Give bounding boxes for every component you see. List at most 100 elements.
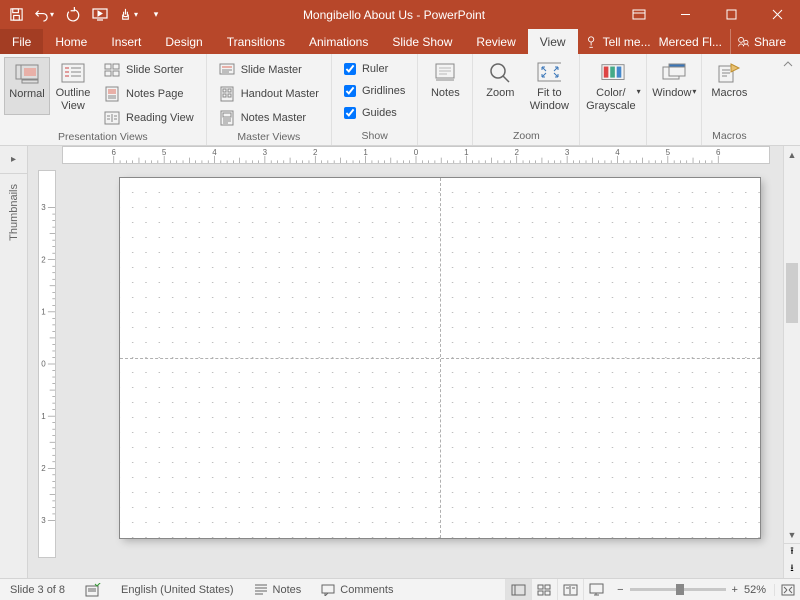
normal-label: Normal xyxy=(9,88,44,114)
color-grayscale-button[interactable]: Color/ Grayscale▾ xyxy=(584,57,642,113)
macros-label: Macros xyxy=(711,87,747,113)
fit-to-window-icon xyxy=(537,61,561,85)
window-button[interactable]: Window▾ xyxy=(651,57,697,113)
show-group-label: Show xyxy=(332,128,417,145)
notes-button[interactable]: Notes xyxy=(422,57,468,113)
reading-view-status-icon[interactable] xyxy=(557,579,583,600)
spell-check-icon[interactable] xyxy=(75,579,111,600)
macros-group-label: Macros xyxy=(702,128,756,145)
tab-review[interactable]: Review xyxy=(464,29,527,54)
share-button[interactable]: Share xyxy=(730,29,792,54)
ruler-checkbox[interactable]: Ruler xyxy=(340,59,409,79)
window-group-label xyxy=(647,128,701,145)
maximize-icon[interactable] xyxy=(708,0,754,29)
macros-button[interactable]: Macros xyxy=(706,57,752,113)
zoom-percent[interactable]: 52% xyxy=(744,584,766,596)
qat-customize-icon[interactable]: ▾ xyxy=(146,5,166,25)
fit-to-window-button[interactable]: Fit to Window xyxy=(523,57,575,113)
zoom-out-icon[interactable]: − xyxy=(617,584,623,596)
slide-sorter-button[interactable]: Slide Sorter xyxy=(100,59,198,81)
thumbnails-expand-icon[interactable]: ▸ xyxy=(0,146,27,174)
scroll-down-icon[interactable]: ▼ xyxy=(784,526,800,543)
comments-toggle-label: Comments xyxy=(340,584,393,596)
scroll-up-icon[interactable]: ▲ xyxy=(784,146,800,163)
reading-view-label: Reading View xyxy=(126,112,194,124)
gridlines-checkbox[interactable]: Gridlines xyxy=(340,81,409,101)
tab-design[interactable]: Design xyxy=(153,29,214,54)
vertical-ruler[interactable]: 3210123 xyxy=(38,170,56,558)
slide-master-button[interactable]: Slide Master xyxy=(215,59,323,81)
minimize-icon[interactable] xyxy=(662,0,708,29)
reading-view-icon xyxy=(104,110,120,126)
normal-view-status-icon[interactable] xyxy=(505,579,531,600)
tab-transitions[interactable]: Transitions xyxy=(215,29,297,54)
language-indicator[interactable]: English (United States) xyxy=(111,579,244,600)
vertical-scrollbar[interactable]: ▲ ▼ ⭱ ⭳ xyxy=(783,146,800,578)
reading-view-button[interactable]: Reading View xyxy=(100,107,198,129)
handout-master-button[interactable]: Handout Master xyxy=(215,83,323,105)
zoom-label: Zoom xyxy=(486,87,514,113)
svg-text:4: 4 xyxy=(212,148,217,157)
status-bar: Slide 3 of 8 English (United States) Not… xyxy=(0,578,800,600)
slide[interactable] xyxy=(120,178,760,538)
tab-animations[interactable]: Animations xyxy=(297,29,380,54)
undo-icon[interactable]: ▾ xyxy=(34,5,54,25)
notes-page-label: Notes Page xyxy=(126,88,183,100)
zoom-button[interactable]: Zoom xyxy=(477,57,523,113)
close-icon[interactable] xyxy=(754,0,800,29)
tab-slide-show[interactable]: Slide Show xyxy=(380,29,464,54)
guides-checkbox[interactable]: Guides xyxy=(340,103,409,123)
user-name[interactable]: Merced Fl... xyxy=(659,35,722,49)
slide-master-icon xyxy=(219,62,235,78)
slide-sorter-status-icon[interactable] xyxy=(531,579,557,600)
svg-text:2: 2 xyxy=(41,464,46,473)
comments-toggle[interactable]: Comments xyxy=(311,579,403,600)
notes-toggle[interactable]: Notes xyxy=(244,579,312,600)
notes-master-label: Notes Master xyxy=(241,112,306,124)
svg-text:6: 6 xyxy=(716,148,721,157)
slide-sorter-label: Slide Sorter xyxy=(126,64,183,76)
svg-text:5: 5 xyxy=(666,148,671,157)
group-window: Window▾ xyxy=(647,54,702,145)
redo-icon[interactable] xyxy=(62,5,82,25)
handout-master-label: Handout Master xyxy=(241,88,319,100)
ribbon: Normal Outline View Slide Sorter Notes P… xyxy=(0,54,800,146)
outline-view-button[interactable]: Outline View xyxy=(50,57,96,113)
group-show: Ruler Gridlines Guides Show xyxy=(332,54,418,145)
tab-file[interactable]: File xyxy=(0,29,43,54)
slideshow-status-icon[interactable] xyxy=(583,579,609,600)
tell-me-label: Tell me... xyxy=(603,35,651,49)
tab-view[interactable]: View xyxy=(528,29,578,54)
ribbon-tabs: File Home Insert Design Transitions Anim… xyxy=(0,29,800,54)
group-notes: Notes xyxy=(418,54,473,145)
normal-view-icon xyxy=(15,62,39,86)
horizontal-guide[interactable] xyxy=(120,358,760,359)
save-icon[interactable] xyxy=(6,5,26,25)
touch-mode-icon[interactable]: ▾ xyxy=(118,5,138,25)
svg-text:5: 5 xyxy=(162,148,167,157)
svg-text:2: 2 xyxy=(41,255,46,264)
slide-counter[interactable]: Slide 3 of 8 xyxy=(0,579,75,600)
zoom-slider[interactable] xyxy=(630,588,726,591)
window-controls xyxy=(616,0,800,29)
window-title: Mongibello About Us - PowerPoint xyxy=(172,8,616,22)
svg-text:1: 1 xyxy=(41,308,46,317)
collapse-ribbon-icon[interactable] xyxy=(782,54,800,145)
zoom-in-icon[interactable]: + xyxy=(732,584,738,596)
tab-insert[interactable]: Insert xyxy=(99,29,153,54)
previous-slide-icon[interactable]: ⭱ xyxy=(784,544,800,561)
normal-view-button[interactable]: Normal xyxy=(4,57,50,115)
next-slide-icon[interactable]: ⭳ xyxy=(784,561,800,578)
notes-page-button[interactable]: Notes Page xyxy=(100,83,198,105)
horizontal-ruler[interactable]: 6543210123456 xyxy=(62,146,770,164)
window-icon xyxy=(662,61,686,85)
gridlines-label: Gridlines xyxy=(362,85,405,97)
tell-me-search[interactable]: Tell me... xyxy=(585,35,651,49)
notes-master-button[interactable]: Notes Master xyxy=(215,107,323,129)
scrollbar-thumb[interactable] xyxy=(786,263,798,323)
start-from-beginning-icon[interactable] xyxy=(90,5,110,25)
tab-home[interactable]: Home xyxy=(43,29,99,54)
outline-label: Outline View xyxy=(52,87,94,113)
fit-to-window-status-icon[interactable] xyxy=(774,584,800,596)
ribbon-display-options-icon[interactable] xyxy=(616,0,662,29)
